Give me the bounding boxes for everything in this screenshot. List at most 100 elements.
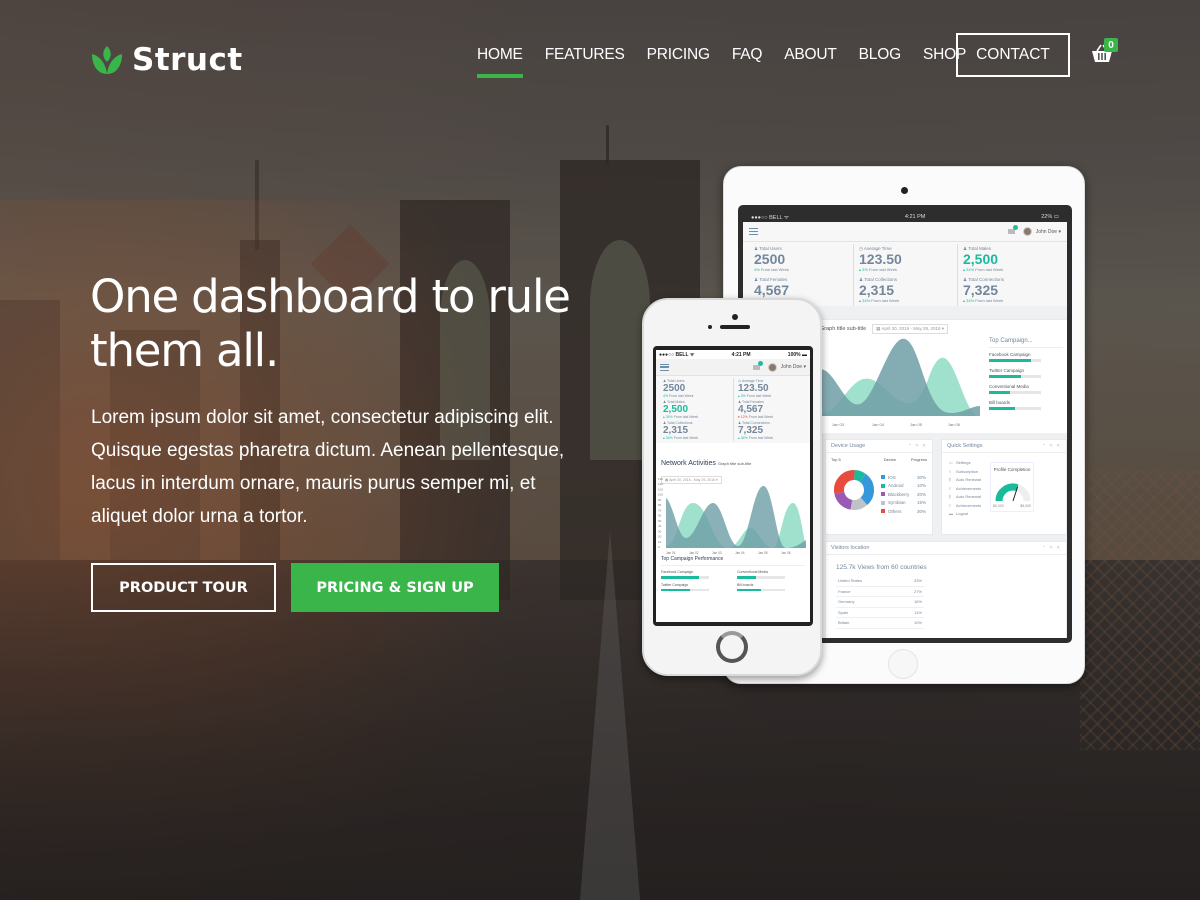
campaign-item: Facebook Campaign — [989, 352, 1063, 362]
clock-text: 4:21 PM — [904, 213, 926, 220]
clock-text: 4:21 PM — [731, 351, 751, 358]
stat-card: ♟ Total Males 2,500 ▴ 34% From last Week — [659, 399, 733, 420]
panel-title: Device Usage — [831, 443, 866, 449]
country-name: Britain — [838, 620, 850, 625]
carrier-text: ●●●○○ BELL ᯤ — [659, 351, 695, 358]
device-row: Symbian 15% — [881, 499, 926, 508]
country-percent: 27% — [913, 588, 922, 594]
stat-change: 4% From last Week — [663, 394, 694, 398]
device-usage-panel: Device Usage ⌃ ✎ ✕ Top 5 Device Progress… — [825, 439, 933, 535]
device-name: IOS — [888, 474, 896, 480]
setting-label: Achievements — [956, 485, 982, 491]
nav-home[interactable]: HOME — [477, 46, 523, 78]
campaign-item: Bill boards — [737, 583, 805, 591]
stat-change: ▴ 3% From last Week — [859, 267, 897, 272]
device-row: Others 30% — [881, 507, 926, 516]
panel-tools-icon[interactable]: ⌃ ✎ ✕ — [908, 443, 927, 449]
device-swatch — [881, 475, 885, 480]
visitor-row: Britain 10% — [836, 618, 924, 629]
panel-tools-icon[interactable]: ⌃ ✎ ✕ — [1042, 443, 1061, 449]
date-range-picker: ▦ April 30, 2016 - May 29, 2016 ▾ — [872, 324, 948, 334]
stat-value: 2,315 — [859, 282, 895, 298]
stat-change-value: ▴ 34% — [663, 436, 673, 440]
setting-icon: ⫽ — [949, 502, 951, 508]
nav-faq[interactable]: FAQ — [732, 46, 763, 64]
quick-setting-item[interactable]: ⫼ Auto Renewal — [949, 494, 981, 503]
quick-setting-item[interactable]: ⫽ Achievements — [949, 503, 981, 512]
quick-setting-item[interactable]: ⫽ Achievements — [949, 486, 981, 495]
stat-change: 4% From last Week — [754, 267, 789, 272]
phone-status-bar: ●●●○○ BELL ᯤ 4:21 PM 100% ▬ — [656, 350, 810, 359]
campaign-item: Facebook Campaign — [661, 570, 729, 579]
campaign-label: Twitter Campaign — [989, 368, 1025, 373]
country-percent: 16% — [913, 599, 922, 604]
country-percent: 33% — [913, 578, 922, 583]
y-tick: 120 — [658, 482, 663, 486]
country-name: France — [838, 588, 851, 594]
campaign-item: Conventional Media — [989, 384, 1063, 394]
contact-button[interactable]: CONTACT — [956, 33, 1070, 77]
device-swatch — [881, 483, 885, 488]
product-tour-button[interactable]: PRODUCT TOUR — [91, 563, 276, 612]
panel-tools-icon[interactable]: ⌃ ✎ ✕ — [1042, 545, 1061, 551]
phone-topbar: John Doe ▾ — [656, 359, 810, 376]
campaign-label: Conventional Media — [989, 384, 1029, 389]
quick-setting-item[interactable]: ▬ Logout — [949, 511, 981, 520]
campaign-label: Facebook Campaign — [989, 352, 1031, 357]
device-swatch — [881, 509, 885, 514]
visitors-table: United States 33% France 27% Germany 16% Spain… — [836, 576, 924, 629]
visitors-location-panel: Visitors location ⌃ ✎ ✕ 125.7k Views fro… — [825, 541, 1067, 638]
y-tick: 90 — [658, 498, 662, 502]
device-row: IOS 30% — [881, 473, 926, 482]
y-tick: 20 — [658, 535, 662, 539]
menu-icon — [749, 228, 758, 235]
setting-label: Logout — [956, 511, 969, 516]
campaign-progress-bar — [989, 407, 1041, 410]
stat-change: ▴ 34% From last Week — [963, 298, 1004, 303]
nav-features[interactable]: FEATURES — [545, 46, 625, 64]
stat-card: ♟ Total Females 4,567 ▾ 12% From last Week — [733, 399, 807, 420]
campaign-item: Bill boards — [989, 400, 1063, 410]
nav-blog[interactable]: BLOG — [859, 46, 901, 64]
donut-slice-others — [834, 470, 855, 494]
setting-label: Subscription — [956, 468, 979, 474]
stat-change: ▴ 34% From last Week — [663, 436, 699, 440]
stat-value: 7,325 — [963, 282, 999, 298]
quick-setting-item[interactable]: ≡ Subscription — [949, 469, 981, 478]
progress-fill — [989, 407, 1015, 410]
device-name: Symbian — [888, 500, 906, 506]
setting-icon: ▬ — [949, 511, 953, 516]
pricing-signup-button[interactable]: PRICING & SIGN UP — [291, 563, 499, 612]
stat-card: ♟ Total Collections 2,315 ▴ 34% From last … — [853, 275, 957, 306]
campaign-label: Facebook Campaign — [661, 570, 694, 574]
campaign-perf-title: Top Campaign Performance — [661, 556, 805, 566]
quick-setting-item[interactable]: ▭ Settings — [949, 460, 981, 469]
network-area-chart: 1301201101009080706050403020100 Jan 01 Ja… — [658, 478, 806, 555]
stat-change-value: ▴ 3% — [859, 267, 868, 272]
stat-change: ▴ 34% From last Week — [963, 267, 1004, 272]
donut-slice-ios — [859, 473, 874, 506]
setting-icon: ▭ — [949, 460, 953, 465]
hero-title: One dashboard to rule them all. — [90, 270, 571, 377]
country-percent: 11% — [914, 609, 922, 615]
stat-change: ▴ 34% From last Week — [738, 436, 774, 440]
progress-fill — [989, 359, 1031, 362]
mail-icon — [1007, 225, 1018, 234]
stat-change-value: ▴ 34% — [963, 298, 975, 303]
progress-fill — [989, 391, 1010, 394]
y-tick: 80 — [658, 503, 662, 507]
col-device: Device — [883, 457, 896, 462]
nav-about[interactable]: ABOUT — [784, 46, 837, 64]
campaign-progress-bar — [737, 576, 785, 579]
gauge-fill — [995, 483, 1019, 502]
stat-change-value: 4% — [754, 267, 760, 272]
stat-value: 123.50 — [738, 383, 769, 394]
device-name: Android — [888, 483, 904, 489]
gauge-title: Profile Completion — [993, 467, 1031, 472]
top-campaign-list: Top Campaign... Facebook Campaign Twitter… — [989, 338, 1063, 416]
logo[interactable]: Struct — [90, 42, 243, 78]
campaign-label: Bill boards — [989, 400, 1011, 405]
nav-pricing[interactable]: PRICING — [647, 46, 710, 64]
quick-setting-item[interactable]: ⫼ Auto Renewal — [949, 477, 981, 486]
setting-icon: ⫽ — [949, 485, 951, 491]
